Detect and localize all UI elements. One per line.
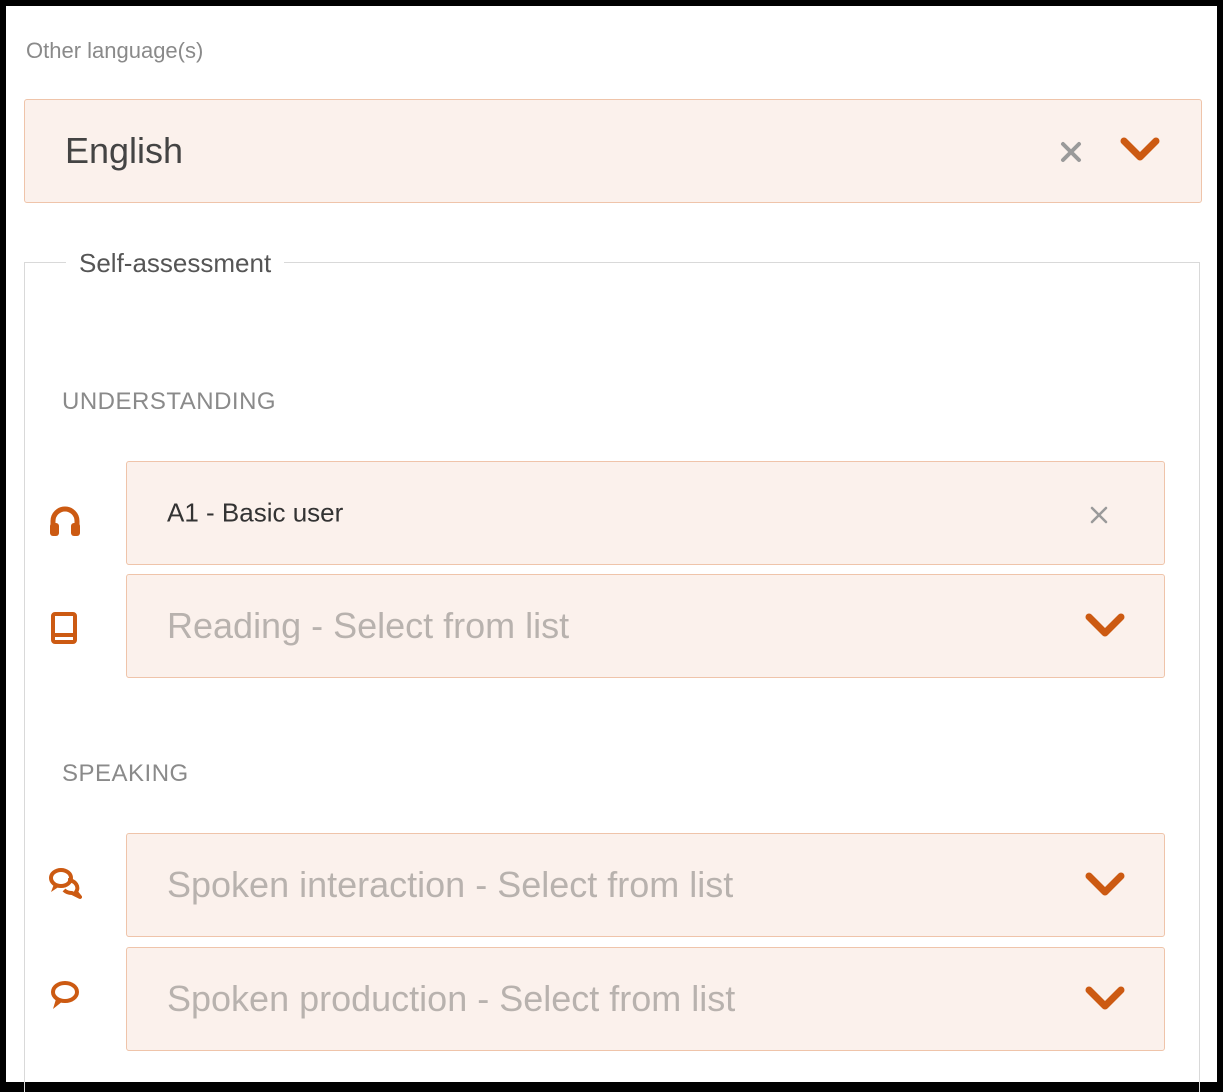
language-form-panel: Other language(s) English Self-assessmen…	[6, 6, 1217, 1092]
chevron-down-icon[interactable]	[1120, 137, 1160, 163]
speech-bubble-icon	[51, 981, 79, 1009]
spoken-interaction-select-placeholder: Spoken interaction - Select from list	[167, 864, 734, 905]
listening-select[interactable]: A1 - Basic user	[126, 461, 1165, 565]
spoken-production-select-placeholder: Spoken production - Select from list	[167, 978, 736, 1019]
spoken-production-select[interactable]: Spoken production - Select from list	[126, 947, 1165, 1051]
headphones-icon	[50, 506, 80, 536]
clear-icon[interactable]	[1060, 141, 1082, 163]
understanding-label: UNDERSTANDING	[62, 388, 277, 415]
chevron-down-icon[interactable]	[1085, 872, 1125, 898]
book-icon	[51, 612, 77, 644]
conversation-icon	[49, 868, 82, 899]
chevron-down-icon[interactable]	[1085, 613, 1125, 639]
speaking-label: SPEAKING	[62, 760, 189, 787]
listening-select-value: A1 - Basic user	[167, 497, 344, 528]
self-assessment-legend: Self-assessment	[66, 248, 285, 279]
language-select-value: English	[65, 130, 184, 171]
reading-select-placeholder: Reading - Select from list	[167, 605, 570, 646]
other-languages-label: Other language(s)	[26, 38, 204, 63]
clear-icon[interactable]	[1089, 505, 1109, 525]
chevron-down-icon[interactable]	[1085, 986, 1125, 1012]
reading-select[interactable]: Reading - Select from list	[126, 574, 1165, 678]
spoken-interaction-select[interactable]: Spoken interaction - Select from list	[126, 833, 1165, 937]
language-select[interactable]: English	[24, 99, 1202, 203]
